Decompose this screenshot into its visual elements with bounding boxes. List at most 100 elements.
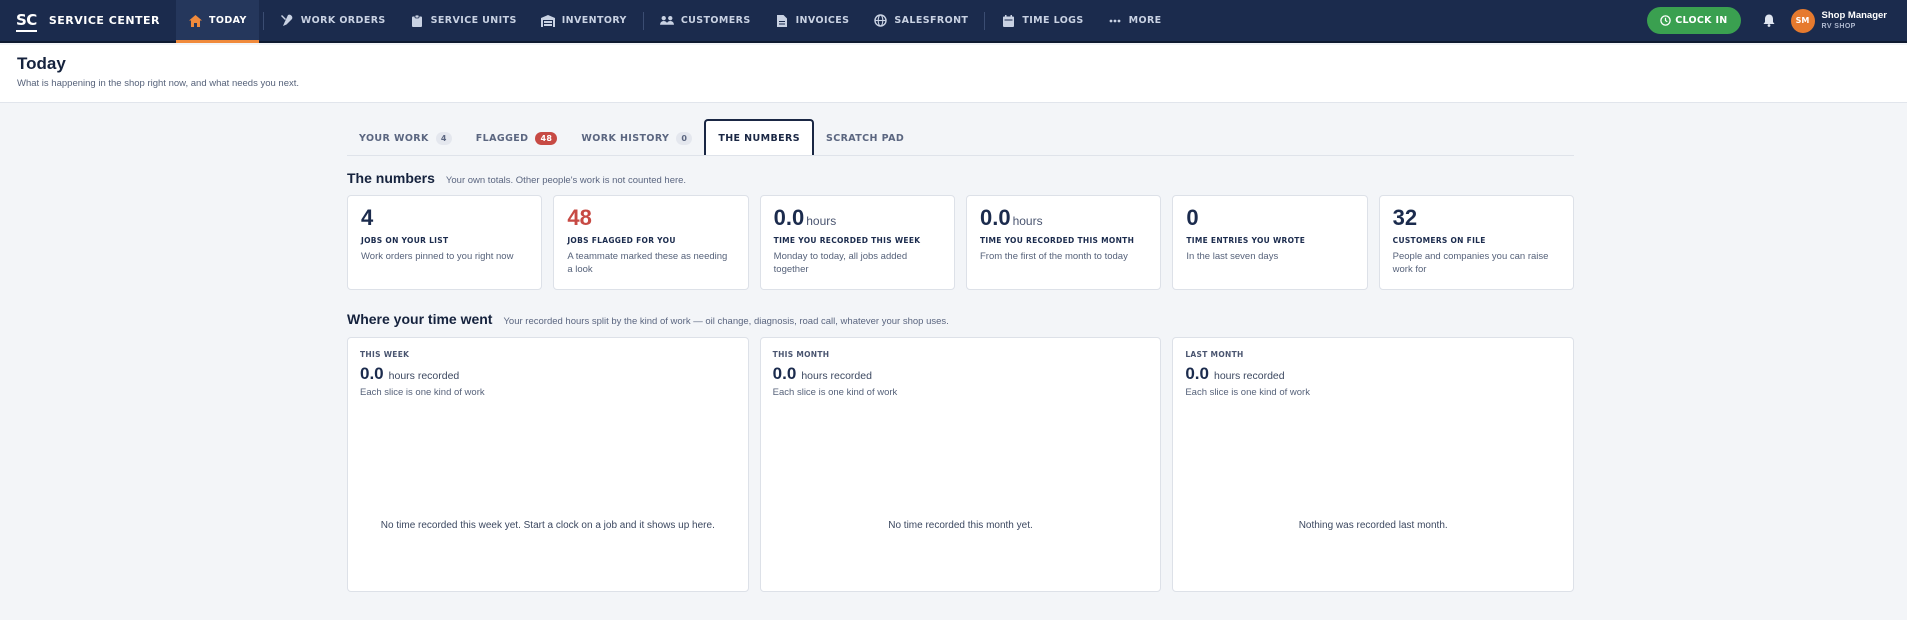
time-panel-this-month: THIS MONTH 0.0 hours recorded Each slice… — [759, 337, 1162, 592]
empty-state: Nothing was recorded last month. — [1298, 520, 1448, 531]
nav-customers[interactable]: CUSTOMERS — [648, 0, 763, 41]
hours-label: hours recorded — [1213, 370, 1285, 382]
time-breakdown-panels: THIS WEEK 0.0 hours recorded Each slice … — [347, 337, 1575, 592]
tab-your-work[interactable]: YOUR WORK 4 — [347, 121, 464, 155]
stat-card-time-this-month[interactable]: 0.0 hours TIME YOU RECORDED THIS MONTH Fr… — [965, 195, 1162, 290]
panel-note: Each slice is one kind of work — [360, 387, 485, 398]
brand-logo: SC — [16, 10, 37, 32]
stat-card-customers[interactable]: 32 CUSTOMERS ON FILE People and companie… — [1378, 195, 1574, 290]
home-icon — [188, 14, 202, 28]
top-nav: SC SERVICE CENTER TODAY WORK ORDERS SERV… — [0, 0, 1907, 43]
tab-work-history[interactable]: WORK HISTORY 0 — [569, 121, 704, 155]
clock-in-button[interactable]: CLOCK IN — [1647, 7, 1741, 34]
nav-today[interactable]: TODAY — [176, 0, 259, 43]
section-subtitle: Your recorded hours split by the kind of… — [503, 316, 949, 327]
nav-time-logs[interactable]: TIME LOGS — [989, 0, 1095, 41]
user-shop: RV SHOP — [1821, 22, 1856, 30]
nav-service-units[interactable]: SERVICE UNITS — [398, 0, 529, 41]
nav-divider — [642, 11, 644, 30]
tab-bar: YOUR WORK 4 FLAGGED 48 WORK HISTORY 0 TH… — [347, 119, 1574, 156]
stat-card-time-entries[interactable]: 0 TIME ENTRIES YOU WROTE In the last sev… — [1172, 195, 1368, 290]
tab-flagged[interactable]: FLAGGED 48 — [464, 121, 570, 155]
nav-label: INVOICES — [795, 15, 850, 26]
brand[interactable]: SC SERVICE CENTER — [0, 0, 176, 41]
section-title: The numbers — [347, 170, 435, 186]
numbers-section-header: The numbers Your own totals. Other peopl… — [347, 170, 1574, 186]
stat-unit: hours — [1012, 214, 1043, 228]
stat-description: Work orders pinned to you right now — [361, 251, 514, 262]
bell-icon — [1763, 14, 1775, 27]
count-badge: 0 — [676, 131, 693, 145]
time-panel-last-month: LAST MONTH 0.0 hours recorded Each slice… — [1172, 337, 1575, 592]
brand-name: SERVICE CENTER — [48, 14, 161, 27]
wrench-icon — [280, 14, 294, 28]
panel-hours: 0.0 hours recorded — [773, 364, 1149, 384]
clock-icon — [1660, 15, 1671, 26]
stat-card-jobs-flagged[interactable]: 48 JOBS FLAGGED FOR YOU A teammate marke… — [553, 195, 749, 290]
tab-label: SCRATCH PAD — [825, 132, 905, 144]
panel-note: Each slice is one kind of work — [772, 387, 898, 398]
main-content: YOUR WORK 4 FLAGGED 48 WORK HISTORY 0 TH… — [347, 119, 1575, 592]
stat-value: 0 — [1186, 207, 1353, 229]
warehouse-icon — [540, 14, 555, 28]
panel-period: LAST MONTH — [1185, 350, 1244, 359]
hours-label: hours recorded — [388, 370, 460, 382]
stat-label: CUSTOMERS ON FILE — [1392, 236, 1486, 245]
stat-label: JOBS ON YOUR LIST — [361, 236, 449, 245]
panel-note: Each slice is one kind of work — [1185, 387, 1310, 398]
panel-hours: 0.0 hours recorded — [1185, 364, 1561, 384]
stat-number: 0.0 — [773, 205, 805, 230]
nav-more[interactable]: MORE — [1096, 0, 1174, 41]
globe-icon — [873, 14, 887, 28]
nav-label: CUSTOMERS — [680, 15, 751, 26]
stat-number: 48 — [567, 205, 592, 230]
stat-number: 4 — [361, 205, 374, 230]
nav-inventory[interactable]: INVENTORY — [529, 0, 639, 41]
stat-card-jobs-on-list[interactable]: 4 JOBS ON YOUR LIST Work orders pinned t… — [347, 195, 543, 290]
user-info: Shop Manager RV SHOP — [1822, 11, 1887, 30]
stat-value: 4 — [361, 207, 528, 229]
stat-value: 0.0 hours — [774, 207, 941, 229]
nav-invoices[interactable]: INVOICES — [763, 0, 862, 41]
stat-card-time-this-week[interactable]: 0.0 hours TIME YOU RECORDED THIS WEEK Mon… — [759, 195, 955, 290]
stat-description: People and companies you can raise work … — [1392, 251, 1549, 276]
empty-state: No time recorded this week yet. Start a … — [380, 520, 715, 531]
stat-number: 32 — [1392, 205, 1418, 230]
avatar: SM — [1790, 8, 1815, 33]
nav-divider — [984, 11, 986, 30]
tab-the-numbers[interactable]: THE NUMBERS — [704, 119, 814, 155]
hours-value: 0.0 — [772, 364, 797, 383]
tab-label: WORK HISTORY — [581, 132, 670, 144]
tab-scratch-pad[interactable]: SCRATCH PAD — [814, 121, 916, 155]
hours-label: hours recorded — [801, 370, 872, 382]
calendar-icon — [1001, 14, 1015, 28]
clipboard-icon — [410, 14, 424, 28]
nav-label: WORK ORDERS — [300, 15, 386, 26]
panel-period: THIS MONTH — [772, 350, 830, 359]
stat-value: 32 — [1393, 207, 1560, 229]
more-icon — [1108, 14, 1122, 28]
stat-label: TIME YOU RECORDED THIS MONTH — [979, 236, 1135, 245]
tab-label: YOUR WORK — [359, 132, 429, 144]
stat-label: JOBS FLAGGED FOR YOU — [567, 236, 676, 245]
stat-label: TIME ENTRIES YOU WROTE — [1186, 236, 1306, 245]
nav-divider — [262, 11, 264, 30]
nav-label: TIME LOGS — [1022, 15, 1084, 26]
stat-number: 0.0 — [979, 205, 1011, 230]
section-subtitle: Your own totals. Other people's work is … — [445, 175, 687, 186]
user-menu[interactable]: SM Shop Manager RV SHOP — [1790, 8, 1907, 33]
stat-number: 0 — [1186, 205, 1199, 230]
tab-label: THE NUMBERS — [718, 132, 800, 144]
panel-period: THIS WEEK — [360, 350, 410, 359]
tab-label: FLAGGED — [475, 132, 529, 144]
clock-in-label: CLOCK IN — [1675, 15, 1728, 26]
panel-hours: 0.0 hours recorded — [360, 364, 736, 384]
count-badge: 48 — [535, 131, 558, 145]
notifications-button[interactable] — [1763, 14, 1775, 27]
nav-salesfront[interactable]: SALESFRONT — [861, 0, 980, 41]
nav-work-orders[interactable]: WORK ORDERS — [268, 0, 398, 41]
document-icon — [775, 14, 789, 28]
stat-description: From the first of the month to today — [979, 251, 1128, 262]
page-title: Today — [17, 54, 66, 73]
stat-description: Monday to today, all jobs added together — [773, 251, 908, 276]
